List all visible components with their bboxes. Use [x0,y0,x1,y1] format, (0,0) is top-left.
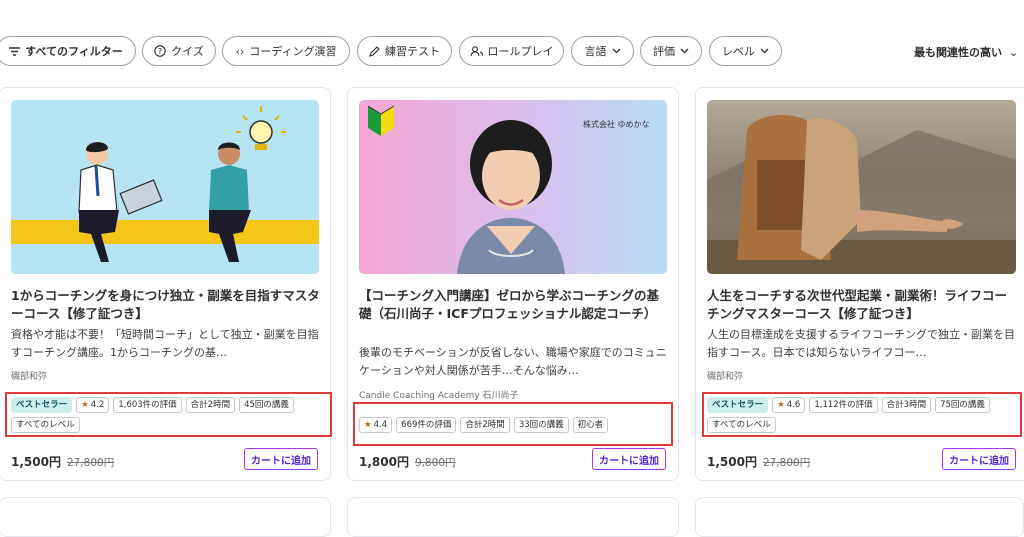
thumbnail-company: 株式会社 ゆめかな [583,120,650,129]
coding-exercise-filter-button[interactable]: ‹› コーディング演習 [222,36,350,66]
course-card-partial[interactable] [347,497,679,537]
quiz-filter-label: クイズ [171,45,204,58]
sort-label: 最も関連性の高い [914,46,1002,59]
price: 1,800円 9,800円 [359,453,456,470]
pencil-icon [369,45,380,57]
add-to-cart-button[interactable]: カートに追加 [244,448,318,470]
course-title[interactable]: 1からコーチングを身につけ独立・副業を目指すマスターコース【修了証つき】 [11,287,323,323]
course-card-partial[interactable] [695,497,1024,537]
practice-test-filter-label: 練習テスト [385,45,440,58]
current-price: 1,500円 [707,455,757,469]
all-filters-label: すべてのフィルター [25,45,123,58]
course-thumbnail: 株式会社 ゆめかな [359,100,667,274]
course-title[interactable]: 【コーチング入門講座】ゼロから学ぶコーチングの基礎（石川尚子・ICFプロフェッシ… [359,287,671,323]
course-title[interactable]: 人生をコーチする次世代型起業・副業術！ライフコーチングマスターコース【修了証つき… [707,287,1019,323]
quiz-filter-button[interactable]: ? クイズ [142,36,216,66]
course-description: 資格や才能は不要！「短時間コーチ」として独立・副業を目指すコーチング講座。1から… [11,328,319,359]
filter-bar: すべてのフィルター ? クイズ ‹› コーディング演習 練習テスト ロールプレイ… [0,36,1024,68]
chevron-down-icon [612,48,621,54]
level-filter-dropdown[interactable]: レベル [709,36,782,66]
highlight-box [5,392,332,437]
level-filter-label: レベル [722,45,755,58]
current-price: 1,500円 [11,455,61,469]
chevron-down-icon [760,48,769,54]
filter-icon [9,46,21,56]
practice-test-filter-button[interactable]: 練習テスト [357,36,452,66]
original-price: 27,800円 [66,457,115,469]
roleplay-filter-label: ロールプレイ [487,45,554,58]
rating-filter-dropdown[interactable]: 評価 [640,36,702,66]
course-instructor[interactable]: 磯部和弥 [707,369,743,382]
highlight-box [702,392,1022,437]
original-price: 9,800円 [414,457,456,469]
original-price: 27,800円 [762,457,811,469]
highlight-box [353,402,673,446]
question-circle-icon: ? [154,45,166,57]
chevron-down-icon: ⌄ [1008,46,1019,59]
svg-text:?: ? [158,47,162,56]
course-instructor[interactable]: Candle Coaching Academy 石川尚子 [359,388,519,401]
code-icon: ‹› [235,44,245,58]
language-filter-label: 言語 [584,45,607,58]
coding-exercise-filter-label: コーディング演習 [249,45,337,58]
add-to-cart-button[interactable]: カートに追加 [942,448,1016,470]
course-thumbnail [11,100,319,274]
course-instructor[interactable]: 磯部和弥 [11,369,47,382]
course-card-partial[interactable] [0,497,331,537]
current-price: 1,800円 [359,455,409,469]
price: 1,500円 27,800円 [707,453,810,470]
course-description: 人生の目標達成を支援するライフコーチングで独立・副業を目指すコース。日本では知ら… [707,328,1015,359]
course-thumbnail [707,100,1016,274]
add-to-cart-button[interactable]: カートに追加 [592,448,666,470]
all-filters-button[interactable]: すべてのフィルター [0,36,136,66]
price: 1,500円 27,800円 [11,453,114,470]
course-description: 後輩のモチベーションが反省しない、職場や家庭でのコミュニケーションや対人関係が苦… [359,346,667,377]
chevron-down-icon [680,48,689,54]
language-filter-dropdown[interactable]: 言語 [571,36,634,66]
rating-filter-label: 評価 [653,45,675,58]
sort-dropdown[interactable]: 最も関連性の高い ⌄ [914,44,1018,60]
roleplay-filter-button[interactable]: ロールプレイ [459,36,564,66]
people-icon [469,45,483,57]
